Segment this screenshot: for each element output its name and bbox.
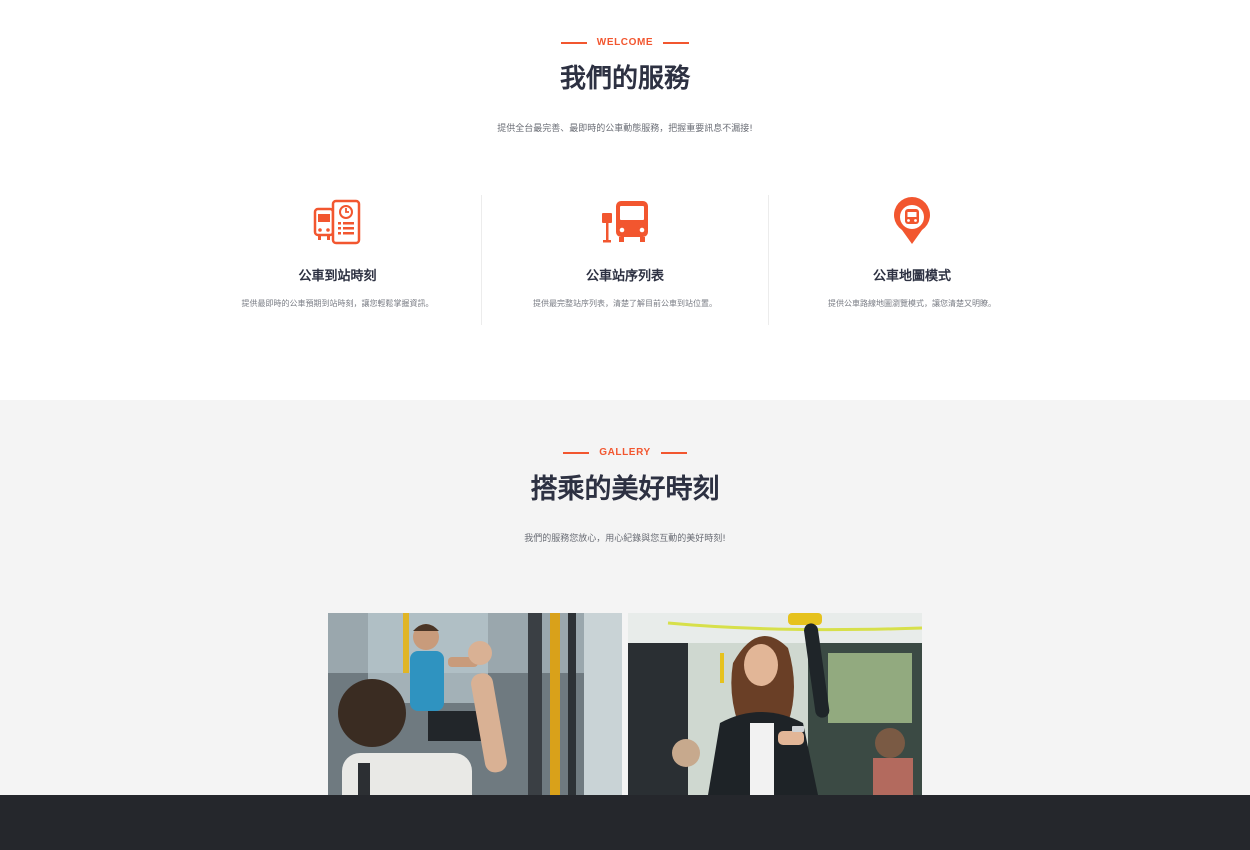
feature-item-stop-list[interactable]: 公車站序列表 提供最完整站序列表，清楚了解目前公車到站位置。 [481, 195, 768, 325]
gallery-grid [328, 613, 922, 795]
gallery-eyebrow: GALLERY [0, 447, 1250, 458]
footer-bar [0, 795, 1250, 850]
feature-title: 公車地圖模式 [872, 269, 951, 284]
feature-description: 提供最即時的公車預期到站時刻，讓您輕鬆掌握資訊。 [241, 299, 434, 308]
gallery-photo-woman-phone[interactable] [628, 613, 922, 795]
services-subtitle: 提供全台最完善、最即時的公車動態服務，把握重要訊息不漏接! [497, 124, 753, 134]
bus-map-pin-icon [769, 195, 1055, 247]
feature-description: 提供最完整站序列表，清楚了解目前公車到站位置。 [533, 299, 717, 308]
gallery-section: GALLERY 搭乘的美好時刻 我們的服務您放心，用心紀錄與您互動的美好時刻! [0, 400, 1250, 795]
bus-stop-icon [482, 195, 768, 247]
gallery-eyebrow-text: GALLERY [599, 447, 651, 458]
welcome-eyebrow: WELCOME [0, 37, 1250, 48]
feature-item-arrival-time[interactable]: 公車到站時刻 提供最即時的公車預期到站時刻，讓您輕鬆掌握資訊。 [194, 195, 481, 325]
feature-list: 公車到站時刻 提供最即時的公車預期到站時刻，讓您輕鬆掌握資訊。 公車站序列表 提… [194, 195, 1056, 325]
gallery-title: 搭乘的美好時刻 [530, 474, 720, 505]
eyebrow-line-right [663, 41, 690, 44]
feature-description: 提供公車路線地圖瀏覽模式，讓您清楚又明瞭。 [828, 299, 996, 308]
eyebrow-line-right [660, 451, 687, 454]
welcome-eyebrow-text: WELCOME [596, 37, 654, 48]
eyebrow-line-left [560, 41, 587, 44]
bus-arrival-schedule-icon [194, 195, 481, 247]
feature-title: 公車到站時刻 [298, 269, 377, 284]
services-section: WELCOME 我們的服務 提供全台最完善、最即時的公車動態服務，把握重要訊息不… [0, 0, 1250, 400]
feature-title: 公車站序列表 [585, 269, 664, 284]
gallery-subtitle: 我們的服務您放心，用心紀錄與您互動的美好時刻! [524, 534, 726, 544]
services-title: 我們的服務 [559, 64, 690, 94]
eyebrow-line-left [563, 451, 590, 454]
gallery-photo-waving-driver[interactable] [328, 613, 622, 795]
feature-item-map-mode[interactable]: 公車地圖模式 提供公車路線地圖瀏覽模式，讓您清楚又明瞭。 [768, 195, 1055, 325]
